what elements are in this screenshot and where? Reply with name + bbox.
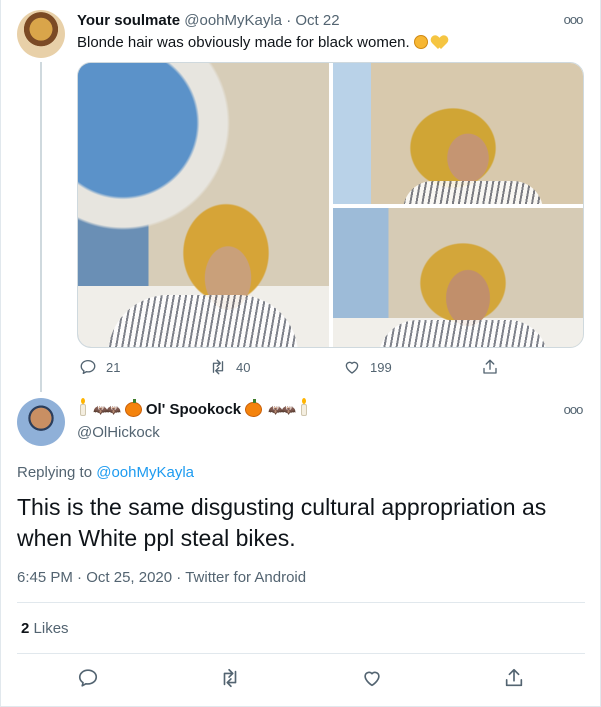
replying-prefix: Replying to <box>17 464 93 481</box>
tweet-meta: 6:45 PM · Oct 25, 2020 · Twitter for And… <box>17 569 307 586</box>
retweet-icon <box>212 359 224 375</box>
likes-label: Likes <box>33 620 69 637</box>
candle-emoji-icon <box>80 397 86 416</box>
parent-tweet-text: Blonde hair was obviously made for black… <box>77 34 447 51</box>
parent-handle[interactable]: @oohMyKayla <box>184 12 282 29</box>
retweet-icon <box>223 668 237 688</box>
like-button[interactable] <box>361 667 383 689</box>
main-action-bar <box>17 663 585 693</box>
tweet-time[interactable]: 6:45 PM <box>17 569 73 586</box>
retweet-button[interactable] <box>219 667 241 689</box>
divider <box>17 653 585 654</box>
retweet-count: 40 <box>236 359 251 375</box>
parent-avatar[interactable] <box>17 10 65 58</box>
pumpkin-emoji-icon <box>124 399 142 417</box>
likes-count: 2 <box>21 620 30 637</box>
reply-icon <box>78 669 98 687</box>
heart-icon <box>345 361 359 374</box>
retweet-button[interactable]: 40 <box>209 358 250 376</box>
share-icon <box>505 668 523 687</box>
parent-text: Blonde hair was obviously made for black… <box>77 34 410 51</box>
main-display-name-row[interactable]: 🦇🦇 Ol' Spookock 🦇🦇 <box>77 397 310 418</box>
like-count: 199 <box>370 359 392 375</box>
reply-button[interactable]: 21 <box>79 358 120 376</box>
photo-2-shirt <box>403 181 543 204</box>
thread-line <box>40 62 42 392</box>
photo-1-shirt <box>108 295 298 347</box>
divider <box>17 602 585 603</box>
parent-header: Your soulmate @oohMyKayla · Oct 22 <box>77 12 340 29</box>
reply-icon <box>80 359 96 375</box>
reply-button[interactable] <box>77 667 99 689</box>
main-avatar[interactable] <box>17 398 65 446</box>
main-display-name: Ol' Spookock <box>145 401 242 418</box>
replying-to-link[interactable]: @oohMyKayla <box>96 464 194 481</box>
shrug-emoji-icon <box>413 35 428 49</box>
media-grid <box>77 62 584 348</box>
more-options-icon[interactable]: ooo <box>563 402 584 417</box>
parent-action-bar: 21 40 199 <box>77 358 497 380</box>
pumpkin-emoji-icon <box>245 399 263 417</box>
main-handle[interactable]: @OlHickock <box>77 424 160 441</box>
reply-count: 21 <box>106 359 121 375</box>
like-button[interactable]: 199 <box>343 358 392 376</box>
share-button[interactable] <box>481 358 499 376</box>
likes-summary[interactable]: 2 Likes <box>21 620 69 637</box>
photo-1[interactable] <box>78 63 329 347</box>
parent-date[interactable]: Oct 22 <box>295 12 339 29</box>
more-options-icon[interactable]: ooo <box>563 12 584 27</box>
replying-to: Replying to @oohMyKayla <box>17 464 194 481</box>
tweet-source[interactable]: Twitter for Android <box>185 569 306 586</box>
share-icon <box>483 359 497 374</box>
candle-emoji-icon <box>301 397 308 416</box>
parent-separator: · <box>286 12 292 29</box>
heart-icon <box>364 671 380 687</box>
share-button[interactable] <box>503 667 525 689</box>
bats-emoji-icon: 🦇🦇 <box>268 402 296 417</box>
tweet-date[interactable]: Oct 25, 2020 <box>86 569 172 586</box>
photo-3-shirt <box>378 320 548 347</box>
parent-display-name[interactable]: Your soulmate <box>77 12 180 29</box>
bats-emoji-icon: 🦇🦇 <box>93 402 121 417</box>
yellow-heart-emoji-icon <box>432 36 447 49</box>
photo-3[interactable] <box>333 208 583 347</box>
photo-2[interactable] <box>333 63 583 204</box>
main-tweet-text: This is the same disgusting cultural app… <box>17 494 547 551</box>
